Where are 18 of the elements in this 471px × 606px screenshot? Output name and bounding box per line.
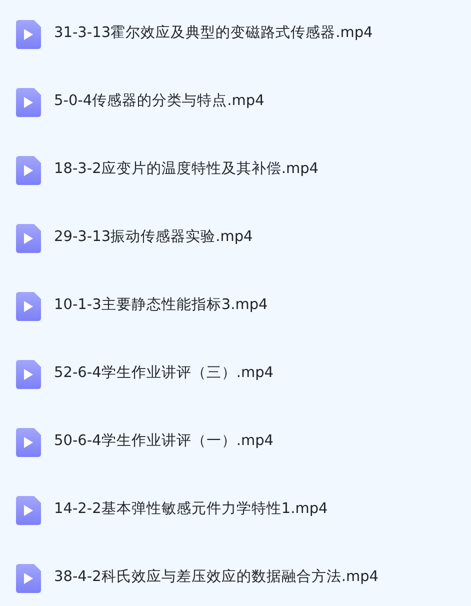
video-file-icon [16, 292, 41, 320]
video-file-icon [16, 20, 41, 48]
file-name[interactable]: 5-0-4传感器的分类与特点.mp4 [54, 91, 264, 113]
video-file-icon [16, 564, 41, 592]
video-file-icon [16, 360, 41, 388]
file-name[interactable]: 29-3-13振动传感器实验.mp4 [54, 227, 253, 249]
video-file-icon [16, 88, 41, 116]
file-name[interactable]: 14-2-2基本弹性敏感元件力学特性1.mp4 [54, 499, 328, 521]
video-file-icon [16, 428, 41, 456]
video-file-icon [16, 156, 41, 184]
video-file-icon [16, 496, 41, 524]
file-name[interactable]: 10-1-3主要静态性能指标3.mp4 [54, 295, 268, 317]
file-name[interactable]: 38-4-2科氏效应与差压效应的数据融合方法.mp4 [54, 567, 379, 589]
file-name[interactable]: 50-6-4学生作业讲评（一）.mp4 [54, 431, 274, 453]
file-name[interactable]: 18-3-2应变片的温度特性及其补偿.mp4 [54, 159, 319, 181]
file-name[interactable]: 31-3-13霍尔效应及典型的变磁路式传感器.mp4 [54, 23, 373, 45]
video-file-icon [16, 224, 41, 252]
file-name[interactable]: 52-6-4学生作业讲评（三）.mp4 [54, 363, 274, 385]
